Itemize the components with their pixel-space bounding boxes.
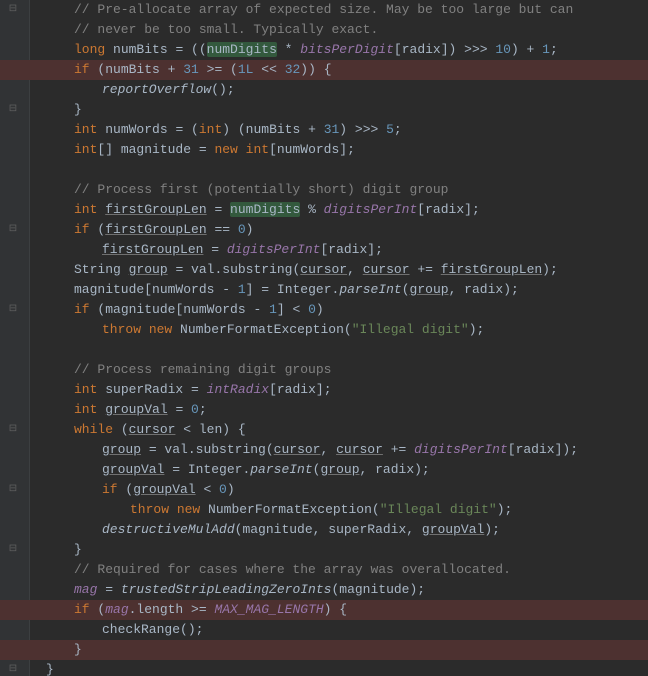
code-editor[interactable]: // Pre-allocate array of expected size. …	[30, 0, 648, 676]
code-line: int groupVal = 0;	[38, 400, 648, 420]
comment: // Process remaining digit groups	[74, 362, 331, 377]
comment: // Process first (potentially short) dig…	[74, 182, 448, 197]
code-line: if (mag.length >= MAX_MAG_LENGTH) {	[38, 600, 648, 620]
comment: // never be too small. Typically exact.	[74, 22, 378, 37]
code-line: group = val.substring(cursor, cursor += …	[38, 440, 648, 460]
brace: }	[74, 542, 82, 557]
code-line: throw new NumberFormatException("Illegal…	[38, 320, 648, 340]
code-line: mag = trustedStripLeadingZeroInts(magnit…	[38, 580, 648, 600]
code-line: firstGroupLen = digitsPerInt[radix];	[38, 240, 648, 260]
brace: }	[74, 102, 82, 117]
code-line: groupVal = Integer.parseInt(group, radix…	[38, 460, 648, 480]
fold-icon[interactable]: ⊟	[8, 665, 18, 675]
code-line: if (numBits + 31 >= (1L << 32)) {	[38, 60, 648, 80]
comment: // Required for cases where the array wa…	[74, 562, 511, 577]
fold-icon[interactable]: ⊟	[8, 225, 18, 235]
code-line: int numWords = (int) (numBits + 31) >>> …	[38, 120, 648, 140]
brace: }	[46, 662, 54, 676]
code-line: reportOverflow();	[38, 80, 648, 100]
code-line: int[] magnitude = new int[numWords];	[38, 140, 648, 160]
editor-gutter: ⊟ ⊟ ⊟ ⊟ ⊟ ⊟ ⊟ ⊟ ⊟ ⊟ ⊟	[0, 0, 30, 676]
fold-icon[interactable]: ⊟	[8, 425, 18, 435]
comment: // Pre-allocate array of expected size. …	[74, 2, 573, 17]
code-line: if (firstGroupLen == 0)	[38, 220, 648, 240]
fold-icon[interactable]: ⊟	[8, 5, 18, 15]
fold-icon[interactable]: ⊟	[8, 105, 18, 115]
fold-icon[interactable]: ⊟	[8, 545, 18, 555]
code-line: magnitude[numWords - 1] = Integer.parseI…	[38, 280, 648, 300]
fold-icon[interactable]: ⊟	[8, 305, 18, 315]
code-line: int firstGroupLen = numDigits % digitsPe…	[38, 200, 648, 220]
highlighted-var: numDigits	[207, 42, 277, 57]
code-line: if (groupVal < 0)	[38, 480, 648, 500]
brace: }	[74, 642, 82, 657]
code-line: if (magnitude[numWords - 1] < 0)	[38, 300, 648, 320]
code-line: String group = val.substring(cursor, cur…	[38, 260, 648, 280]
code-line: destructiveMulAdd(magnitude, superRadix,…	[38, 520, 648, 540]
code-line: throw new NumberFormatException("Illegal…	[38, 500, 648, 520]
fold-icon[interactable]: ⊟	[8, 485, 18, 495]
highlighted-var: numDigits	[230, 202, 300, 217]
code-line: checkRange();	[38, 620, 648, 640]
code-line: int superRadix = intRadix[radix];	[38, 380, 648, 400]
code-line: long numBits = ((numDigits * bitsPerDigi…	[38, 40, 648, 60]
code-line: while (cursor < len) {	[38, 420, 648, 440]
